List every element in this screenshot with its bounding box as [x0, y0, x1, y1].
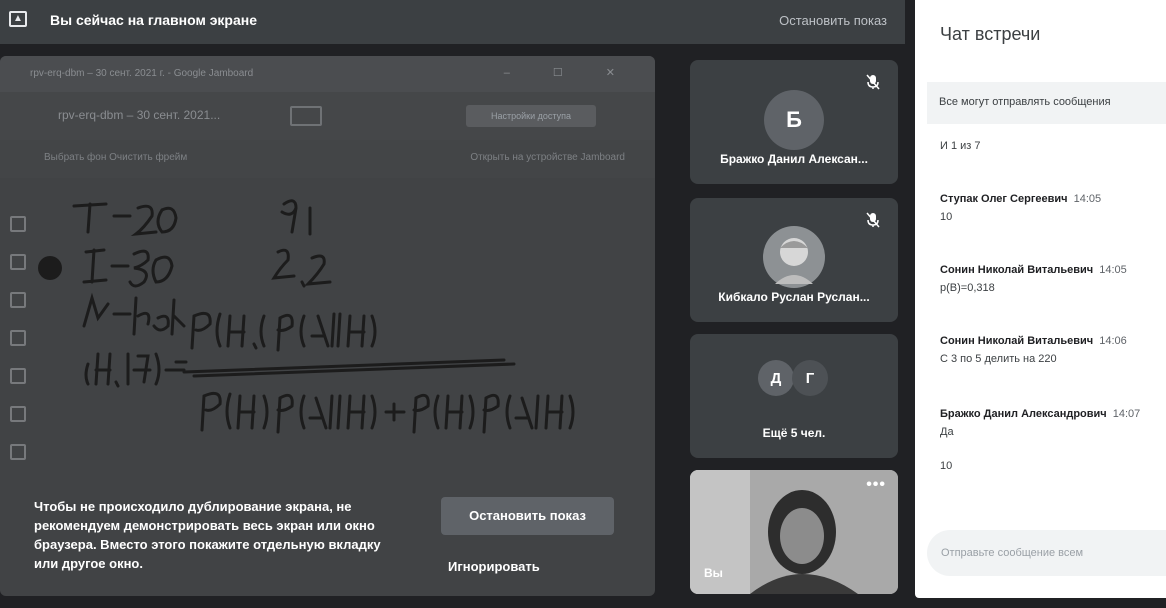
- pen-tool-icon: [10, 216, 26, 232]
- message-text: Да: [940, 426, 954, 438]
- duplicate-screen-notice: Чтобы не происходило дублирование экрана…: [34, 499, 381, 571]
- presenting-status: Вы сейчас на главном экране: [50, 12, 258, 28]
- select-tool-icon: [10, 292, 26, 308]
- message-text: р(В)=0,318: [940, 282, 995, 294]
- presenting-bar: ▲ Вы сейчас на главном экране Остановить…: [0, 0, 905, 44]
- message-author: Ступак Олег Сергеевич: [940, 193, 1068, 205]
- chat-permission-banner: Все могут отправлять сообщения: [927, 82, 1166, 124]
- more-options-icon[interactable]: •••: [866, 476, 886, 494]
- chat-permission-text: Все могут отправлять сообщения: [939, 96, 1111, 108]
- avatar: Г: [792, 360, 828, 396]
- participant-tile[interactable]: Б Бражко Данил Алексан...: [690, 60, 898, 184]
- message-time: 14:05: [1073, 193, 1102, 205]
- chat-message: Сонин Николай Витальевич 14:06 С 3 по 5 д…: [940, 335, 1127, 365]
- browser-titlebar: rpv-erq-dbm – 30 сент. 2021 г. - Google …: [0, 56, 655, 92]
- message-author: Бражко Данил Александрович: [940, 408, 1107, 420]
- chat-message: Ступак Олег Сергеевич 14:05 10: [940, 193, 1101, 223]
- chat-message: Бражко Данил Александрович 14:07 Да: [940, 408, 1140, 438]
- message-time: 14:07: [1112, 408, 1141, 420]
- image-tool-icon: [10, 368, 26, 384]
- participant-name: Кибкало Руслан Руслан...: [718, 290, 870, 304]
- stop-sharing-button[interactable]: Остановить показ: [441, 497, 614, 535]
- sticky-note-icon: [10, 330, 26, 346]
- jamboard-appbar: rpv-erq-dbm – 30 сент. 2021... Настройки…: [0, 92, 655, 140]
- jamboard-doc-title: rpv-erq-dbm – 30 сент. 2021...: [58, 108, 221, 122]
- jamboard-toolbar-left: Выбрать фон Очистить фрейм: [44, 152, 188, 163]
- message-time: 14:05: [1099, 264, 1127, 276]
- handwritten-formula: [38, 199, 575, 434]
- ignore-button[interactable]: Игнорировать: [448, 559, 540, 574]
- eraser-tool-icon: [10, 254, 26, 270]
- message-text: 10: [940, 211, 953, 223]
- frame-thumbnail: [290, 106, 322, 126]
- chat-message-input[interactable]: [927, 530, 1166, 576]
- avatar: Д: [758, 360, 794, 396]
- avatar: [763, 226, 825, 288]
- message-time: 14:06: [1099, 335, 1127, 347]
- stop-presenting-link[interactable]: Остановить показ: [779, 13, 887, 28]
- message-author: Сонин Николай Витальевич: [940, 264, 1094, 276]
- more-participants-label: Ещё 5 чел.: [762, 426, 826, 440]
- access-settings-button: Настройки доступа: [466, 105, 596, 127]
- jamboard-toolbar-right: Открыть на устройстве Jamboard: [470, 152, 625, 163]
- self-label: Вы: [704, 566, 723, 580]
- message-text: С 3 по 5 делить на 220: [940, 353, 1057, 365]
- participant-name: Бражко Данил Алексан...: [720, 152, 868, 166]
- chat-message: 10: [940, 460, 953, 472]
- message-author: Сонин Николай Витальевич: [940, 335, 1094, 347]
- participant-tile[interactable]: Кибкало Руслан Руслан...: [690, 198, 898, 322]
- shape-tool-icon: [10, 406, 26, 422]
- present-screen-icon: ▲: [9, 11, 27, 27]
- textbox-tool-icon: [10, 444, 26, 460]
- self-tile[interactable]: ••• Вы: [690, 470, 898, 594]
- chat-title: Чат встречи: [940, 24, 1041, 44]
- chat-message: Сонин Николай Витальевич 14:05 р(В)=0,318: [940, 264, 1127, 294]
- chat-message: И 1 из 7: [940, 140, 981, 152]
- chat-panel: Чат встречи Все могут отправлять сообщен…: [915, 0, 1166, 598]
- mic-off-icon: [866, 74, 880, 90]
- avatar: Б: [764, 90, 824, 150]
- jamboard-tool-rail: [10, 216, 30, 516]
- more-participants-tile[interactable]: Д Г Ещё 5 чел.: [690, 334, 898, 458]
- browser-tab: rpv-erq-dbm – 30 сент. 2021 г. - Google …: [30, 68, 254, 79]
- window-controls: – ☐ ✕: [503, 67, 635, 79]
- mic-off-icon: [866, 212, 880, 228]
- jamboard-toolbar: Выбрать фон Очистить фрейм Открыть на ус…: [0, 140, 655, 178]
